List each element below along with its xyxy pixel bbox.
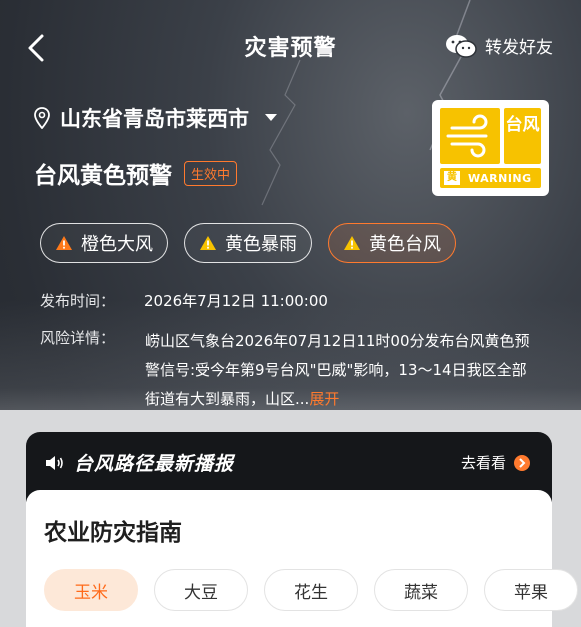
warning-tag-label: 黄色台风 xyxy=(369,234,441,255)
location-selector[interactable]: 山东省青岛市莱西市 xyxy=(34,103,277,133)
logo-footer: 黄 WARNING xyxy=(440,168,541,188)
chevron-right-icon xyxy=(514,454,530,471)
banner-link-label: 去看看 xyxy=(460,454,506,472)
publish-time-row: 发布时间： 2026年7月12日 11:00:00 xyxy=(40,290,328,311)
crop-tab-soybean[interactable]: 大豆 xyxy=(154,569,248,611)
warning-tags: 橙色大风 黄色暴雨 黄色台风 xyxy=(40,223,456,263)
location-name: 山东省青岛市莱西市 xyxy=(60,107,249,131)
crop-tab-apple[interactable]: 苹果 xyxy=(484,569,578,611)
crop-tab-corn[interactable]: 玉米 xyxy=(44,569,138,611)
crop-tab-vegetables[interactable]: 蔬菜 xyxy=(374,569,468,611)
logo-footer-en: WARNING xyxy=(468,171,532,185)
status-badge: 生效中 xyxy=(184,160,238,186)
share-button[interactable]: 转发好友 xyxy=(445,33,553,58)
typhoon-warning-logo: 台风 黄 WARNING xyxy=(432,100,549,196)
logo-type-text: 台风 xyxy=(504,108,541,164)
publish-time-label: 发布时间： xyxy=(40,292,116,310)
speaker-icon xyxy=(46,456,63,470)
logo-footer-cn: 黄 xyxy=(444,171,460,185)
banner-link[interactable]: 去看看 xyxy=(461,452,530,473)
guide-title: 农业防灾指南 xyxy=(44,520,182,546)
risk-label: 风险详情： xyxy=(40,329,116,347)
warning-tag-yellow-rain[interactable]: 黄色暴雨 xyxy=(184,223,312,263)
caret-down-icon xyxy=(265,114,277,121)
wechat-icon xyxy=(446,34,477,58)
risk-detail: 崂山区气象台2026年07月12日11时00分发布台风黄色预警信号:受今年第9号… xyxy=(145,327,540,414)
warning-triangle-icon xyxy=(200,236,216,250)
crop-tabs: 玉米 大豆 花生 蔬菜 苹果 xyxy=(44,569,578,611)
risk-label-row: 风险详情： xyxy=(40,327,144,348)
warning-header: 台风黄色预警 生效中 xyxy=(34,156,238,190)
banner-title: 台风路径最新播报 xyxy=(74,453,235,475)
warning-tag-yellow-typhoon[interactable]: 黄色台风 xyxy=(328,223,456,263)
location-pin-icon xyxy=(34,107,50,129)
wind-icon xyxy=(440,108,500,164)
warning-triangle-icon xyxy=(56,236,72,250)
agri-guide-card: 农业防灾指南 玉米 大豆 花生 蔬菜 苹果 xyxy=(26,490,578,627)
publish-time-value: 2026年7月12日 11:00:00 xyxy=(144,292,328,310)
warning-tag-orange-wind[interactable]: 橙色大风 xyxy=(40,223,168,263)
warning-title: 台风黄色预警 xyxy=(34,163,172,189)
screen: 灾害预警 转发好友 山东省青岛市莱西市 台风黄色预警 生效中 台风 黄 WARN… xyxy=(0,0,581,627)
warning-tag-label: 黄色暴雨 xyxy=(225,234,297,255)
warning-triangle-icon xyxy=(344,236,360,250)
crop-tab-peanut[interactable]: 花生 xyxy=(264,569,358,611)
warning-tag-label: 橙色大风 xyxy=(81,234,153,255)
expand-link[interactable]: 展开 xyxy=(309,390,339,408)
share-label: 转发好友 xyxy=(485,38,553,58)
